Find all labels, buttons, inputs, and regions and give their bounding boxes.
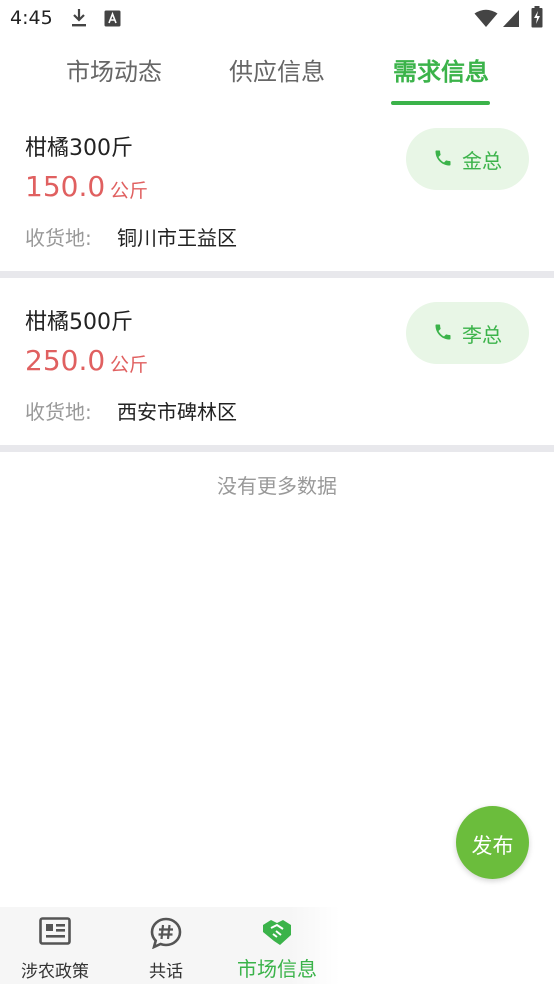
- list-item[interactable]: 柑橘500斤 250.0 公斤 收货地: 西安市碑林区 李总: [0, 290, 554, 458]
- handshake-icon: [263, 920, 291, 945]
- publish-button[interactable]: 发布: [456, 806, 529, 879]
- battery-charging-icon: [531, 6, 543, 28]
- list-item[interactable]: 柑橘300斤 150.0 公斤 收货地: 铜川市王益区 金总: [0, 116, 554, 284]
- nav-item-discussion[interactable]: 共话: [111, 907, 221, 984]
- bottom-nav: 涉农政策 共话 市场信息: [0, 907, 340, 984]
- nav-label: 涉农政策: [21, 962, 89, 982]
- contact-button[interactable]: 李总: [406, 302, 529, 364]
- active-tab-indicator: [391, 101, 490, 105]
- listing-title: 柑橘300斤: [25, 136, 133, 161]
- divider: [0, 445, 554, 452]
- nav-item-agri-policy[interactable]: 涉农政策: [0, 907, 110, 984]
- listing-unit: 公斤: [110, 354, 149, 376]
- contact-button[interactable]: 金总: [406, 128, 529, 190]
- listing-price: 150.0: [25, 170, 106, 203]
- phone-icon: [435, 150, 451, 166]
- signal-icon: [503, 10, 519, 27]
- location-value: 西安市碑林区: [117, 400, 237, 424]
- divider: [0, 271, 554, 278]
- tab-market-news[interactable]: 市场动态: [64, 52, 164, 87]
- listing-title: 柑橘500斤: [25, 310, 133, 335]
- phone-icon: [435, 324, 451, 340]
- tab-demand-info[interactable]: 需求信息: [391, 52, 491, 87]
- publish-label: 发布: [471, 834, 514, 858]
- tab-bar: 市场动态 供应信息 需求信息: [0, 38, 554, 106]
- hashtag-chat-icon: [150, 917, 182, 949]
- text-a-icon: [104, 10, 121, 27]
- newspaper-icon: [39, 917, 71, 945]
- nav-label: 市场信息: [237, 957, 317, 981]
- location-label: 收货地:: [25, 226, 92, 250]
- nav-item-market-info[interactable]: 市场信息: [222, 907, 332, 984]
- listing-unit: 公斤: [110, 180, 149, 202]
- contact-name: 李总: [462, 323, 502, 347]
- wifi-icon: [474, 9, 498, 27]
- status-time: 4:45: [10, 7, 53, 29]
- location-value: 铜川市王益区: [117, 226, 237, 250]
- nav-label: 共话: [149, 962, 183, 982]
- contact-name: 金总: [462, 149, 502, 173]
- location-label: 收货地:: [25, 400, 92, 424]
- listing-price: 250.0: [25, 344, 106, 377]
- tab-supply-info[interactable]: 供应信息: [227, 52, 327, 87]
- download-icon: [72, 9, 86, 27]
- no-more-data-text: 没有更多数据: [217, 474, 337, 498]
- status-bar: 4:45: [0, 0, 554, 38]
